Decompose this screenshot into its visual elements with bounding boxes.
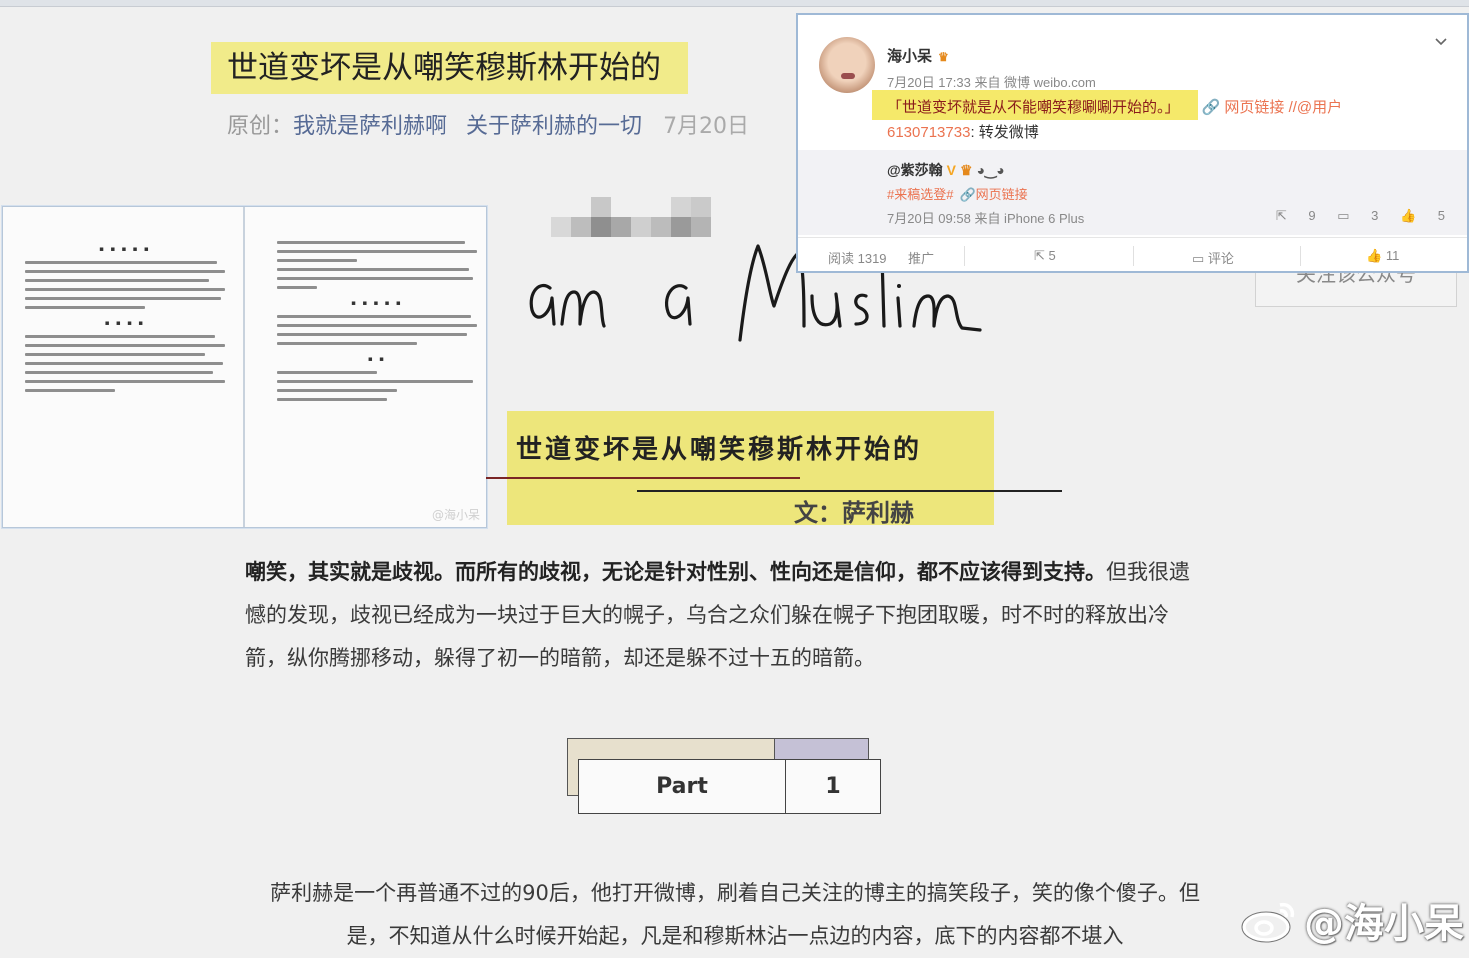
banner-author: 文：萨利赫 [794, 499, 914, 527]
book-spine [243, 207, 245, 527]
article-meta: 原创：我就是萨利赫啊 关于萨利赫的一切 7月20日 [227, 108, 749, 140]
verified-icon: V [946, 162, 956, 178]
badge-icon: ♛ [960, 162, 973, 178]
like-button[interactable]: 👍 11 [1366, 248, 1399, 264]
chevron-down-icon[interactable] [1435, 35, 1447, 47]
like-count[interactable]: 👍 5 [1400, 208, 1445, 223]
member-badge-icon: ♛ [938, 50, 949, 64]
book-heading: ▪ ▪ ▪ ▪ [104, 319, 146, 327]
book-heading: ▪ ▪ ▪ ▪ ▪ [99, 245, 151, 253]
publish-date: 7月20日 [663, 114, 750, 139]
book-scan-image: ▪ ▪ ▪ ▪ ▪ ▪ ▪ ▪ ▪ ▪ ▪ ▪ ▪ ▪ ▪ ▪ @海小呆 [2, 206, 487, 528]
at-user-link[interactable]: //@用户 [1289, 99, 1343, 116]
divider-line [486, 477, 800, 479]
part-label: Part [578, 759, 786, 814]
weibo-post-text: 「世道变坏就是从不能嘲笑穆唰唰开始的。」 🔗 网页链接 //@用户 [887, 96, 1342, 117]
account-link[interactable]: 关于萨利赫的一切 [466, 114, 642, 139]
forwarded-stats: ⇱ 9 ▭ 3 👍 5 [1258, 208, 1445, 224]
weibo-username[interactable]: 海小呆 ♛ [887, 45, 949, 66]
weibo-post-time: 7月20日 17:33 来自 微博 weibo.com [887, 75, 1096, 90]
thumbs-up-icon: 👍 [1366, 248, 1386, 263]
comment-icon: ▭ [1192, 251, 1208, 266]
forwarded-post: @紫莎翰 V ♛ ◕‿◕ #来稿选登# 🔗网页链接 7月20日 09:58 来自 iPh… [798, 150, 1467, 235]
forwarded-time: 7月20日 09:58 来自 iPhone 6 Plus [887, 211, 1085, 226]
divider-line [637, 490, 1062, 492]
repost-button[interactable]: ⇱ 5 [1034, 248, 1056, 264]
promote-button[interactable]: 推广 [908, 248, 934, 267]
read-count: 阅读 1319 [828, 251, 887, 266]
book-watermark: @海小呆 [431, 508, 480, 522]
original-label: 原创 [227, 114, 272, 139]
forwarded-username[interactable]: @紫莎翰 V ♛ ◕‿◕ [887, 160, 1005, 180]
weibo-watermark: @海小呆 [1240, 888, 1464, 952]
weibo-post-card: 海小呆 ♛ 7月20日 17:33 来自 微博 weibo.com 「世道变坏就是… [796, 13, 1469, 273]
forwarded-web-link[interactable]: 网页链接 [976, 187, 1028, 202]
book-heading: ▪ ▪ [368, 355, 386, 363]
banner-title: 世道变坏是从嘲笑穆斯林开始的 [516, 435, 923, 465]
watermark-text: @海小呆 [1304, 901, 1464, 947]
book-page-left: ▪ ▪ ▪ ▪ ▪ ▪ ▪ ▪ ▪ [25, 235, 225, 398]
repost-count[interactable]: ⇱ 9 [1276, 208, 1316, 223]
book-page-right: ▪ ▪ ▪ ▪ ▪ ▪ ▪ [277, 235, 477, 407]
comment-button[interactable]: ▭ 评论 [1192, 248, 1234, 267]
pixelated-blur [551, 197, 711, 241]
topic-tag[interactable]: #来稿选登# [887, 187, 953, 202]
article-title: 世道变坏是从嘲笑穆斯林开始的 [211, 42, 688, 94]
weibo-action-bar: 阅读 1319 推广 ⇱ 5 ▭ 评论 👍 11 [798, 237, 1467, 272]
body-paragraph-1: 嘲笑，其实就是歧视。而所有的歧视，无论是针对性别、性向还是信仰，都不应该得到支持… [245, 551, 1205, 680]
web-link[interactable]: 网页链接 [1224, 99, 1284, 116]
browser-tab-strip[interactable] [0, 0, 1469, 7]
author-link[interactable]: 我就是萨利赫啊 [293, 114, 447, 139]
comment-count[interactable]: ▭ 3 [1337, 208, 1378, 223]
repost-uid: 6130713733: 转发微博 [887, 124, 1039, 141]
avatar[interactable] [819, 37, 875, 93]
post-quote: 「世道变坏就是从不能嘲笑穆唰唰开始的。」 [887, 99, 1180, 116]
link-icon: 🔗 [1201, 99, 1221, 116]
part-number: 1 [785, 759, 881, 814]
book-heading: ▪ ▪ ▪ ▪ ▪ [351, 299, 403, 307]
meta-colon: ： [271, 114, 294, 139]
link-icon: 🔗 [959, 187, 976, 202]
panda-icon: ◕‿◕ [976, 162, 1005, 178]
forwarded-tag: #来稿选登# 🔗网页链接 [887, 184, 1028, 203]
para1-bold: 嘲笑，其实就是歧视。而所有的歧视，无论是针对性别、性向还是信仰，都不应该得到支持… [245, 560, 1106, 584]
uid-link[interactable]: 6130713733 [887, 124, 970, 141]
body-paragraph-2: 萨利赫是一个再普通不过的90后，他打开微博，刷着自己关注的博主的搞笑段子，笑的像… [270, 881, 1200, 948]
weibo-logo-icon [1241, 902, 1295, 943]
title-banner-image: 世道变坏是从嘲笑穆斯林开始的 文：萨利赫 [507, 411, 994, 527]
repost-icon: ⇱ [1034, 248, 1049, 263]
